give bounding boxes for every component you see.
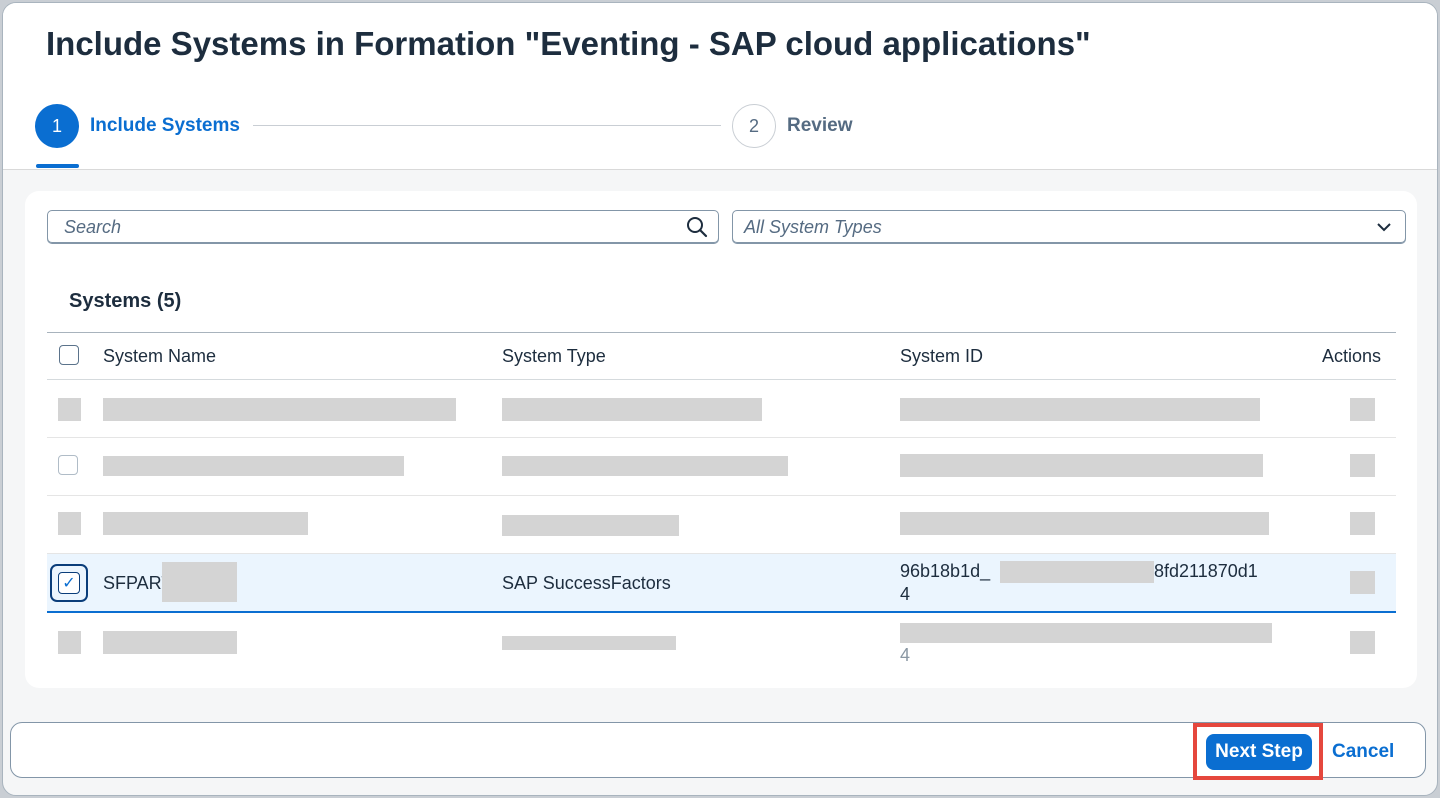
step-2-number: 2 [732, 104, 776, 148]
dialog-title: Include Systems in Formation "Eventing -… [46, 25, 1091, 62]
redacted-actions[interactable] [1350, 398, 1375, 421]
step-2-label: Review [787, 115, 853, 136]
redacted-system-id [900, 512, 1269, 535]
redacted-actions[interactable] [1350, 631, 1375, 654]
column-actions: Actions [1322, 346, 1382, 366]
checkmark-icon: ✓ [58, 572, 80, 594]
redacted-system-id-middle [1000, 561, 1154, 583]
column-system-id[interactable]: System ID [900, 346, 983, 367]
next-step-button[interactable]: Next Step [1206, 734, 1312, 770]
redacted-system-id [900, 398, 1260, 421]
system-id-start: 96b18b1d_ [900, 561, 991, 581]
active-step-indicator [36, 164, 79, 168]
include-systems-dialog: Include Systems in Formation "Eventing -… [2, 2, 1438, 796]
redacted-system-id [900, 623, 1272, 643]
systems-table-title: Systems (5) [69, 290, 182, 312]
redacted-actions[interactable] [1350, 571, 1375, 594]
redacted-system-type [502, 456, 788, 476]
systems-table: System Name System Type System ID Action… [47, 332, 1396, 670]
redacted-system-name [103, 456, 404, 476]
row-checkbox-checked[interactable]: ✓ [50, 564, 88, 602]
select-all-checkbox[interactable] [59, 345, 79, 365]
step-connector [253, 125, 721, 126]
redacted-system-name [103, 631, 237, 654]
redacted-system-name [103, 512, 308, 535]
search-icon[interactable] [686, 216, 708, 238]
redacted-actions[interactable] [1350, 454, 1375, 477]
redacted-system-type [502, 515, 679, 536]
redacted-system-type [502, 398, 762, 421]
cancel-button[interactable]: Cancel [1332, 734, 1394, 770]
step-1-label: Include Systems [90, 115, 240, 136]
step-1-number: 1 [35, 104, 79, 148]
redacted-system-type [502, 636, 676, 650]
column-system-type[interactable]: System Type [502, 346, 606, 367]
column-system-name[interactable]: System Name [103, 346, 216, 367]
row-checkbox-redacted[interactable] [58, 631, 81, 654]
system-id-line2: 4 [900, 584, 911, 604]
system-id-line2: 4 [900, 645, 911, 665]
dialog-header: Include Systems in Formation "Eventing -… [3, 3, 1437, 170]
system-type-select[interactable]: All System Types [732, 210, 1406, 244]
table-row[interactable] [47, 496, 1396, 554]
chevron-down-icon[interactable] [1375, 218, 1393, 236]
table-header: System Name System Type System ID Action… [47, 332, 1396, 380]
row-checkbox[interactable] [58, 455, 78, 475]
step-include-systems[interactable]: 1 Include Systems [35, 104, 240, 148]
table-row[interactable] [47, 380, 1396, 438]
table-row-selected[interactable]: ✓ SFPART SAP SuccessFactors 96b18b1d_ 8f… [47, 554, 1396, 613]
system-type: SAP SuccessFactors [502, 573, 671, 593]
redacted-system-id [900, 454, 1263, 477]
step-review[interactable]: 2 Review [732, 104, 852, 148]
redacted-system-name-suffix [162, 562, 237, 602]
search-field[interactable] [47, 210, 719, 244]
redacted-system-name [103, 398, 456, 421]
system-type-value: All System Types [744, 216, 882, 237]
search-input[interactable] [62, 215, 686, 239]
table-row[interactable] [47, 438, 1396, 496]
table-row[interactable]: 4 [47, 613, 1396, 670]
redacted-actions[interactable] [1350, 512, 1375, 535]
systems-panel: All System Types Systems (5) System Name… [25, 191, 1417, 688]
row-checkbox-redacted[interactable] [58, 398, 81, 421]
system-id-end: 8fd211870d1 [1154, 561, 1258, 581]
row-checkbox-redacted[interactable] [58, 512, 81, 535]
